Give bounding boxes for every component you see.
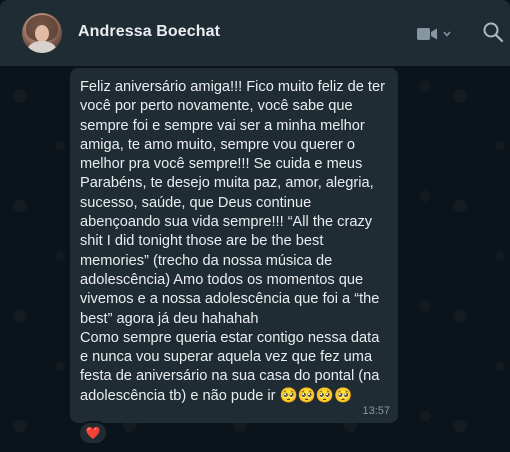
heart-reaction: ❤️ xyxy=(85,426,101,440)
chat-window: Andressa Boechat Feliz aniversário amiga… xyxy=(0,0,510,452)
chevron-down-icon xyxy=(443,31,451,37)
message-text: Feliz aniversário amiga!!! Fico muito fe… xyxy=(80,79,385,404)
avatar[interactable] xyxy=(22,13,62,53)
avatar-face xyxy=(35,25,49,42)
search-icon xyxy=(482,22,504,47)
message-time: 13:57 xyxy=(362,405,390,417)
reaction-badge[interactable]: ❤️ xyxy=(78,421,108,445)
video-call-button[interactable] xyxy=(417,26,457,42)
avatar-shoulder xyxy=(28,41,56,53)
chat-header: Andressa Boechat xyxy=(0,0,510,66)
search-button[interactable] xyxy=(482,21,506,45)
message-bubble[interactable]: Feliz aniversário amiga!!! Fico muito fe… xyxy=(70,68,398,423)
video-camera-icon xyxy=(417,27,437,41)
contact-name[interactable]: Andressa Boechat xyxy=(78,23,220,41)
